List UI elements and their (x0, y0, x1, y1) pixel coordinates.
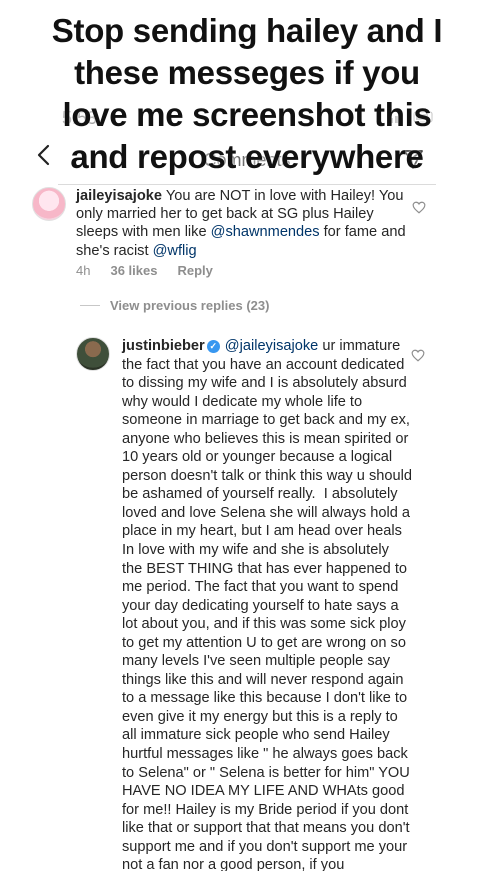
heart-outline-icon[interactable] (411, 349, 425, 362)
comment-likes[interactable]: 36 likes (110, 263, 157, 278)
chevron-left-icon (37, 144, 50, 166)
mention-link[interactable]: @shawnmendes (211, 224, 320, 240)
screen: 5:53 Comments jaileyisajoke You are NOT … (0, 0, 494, 871)
header-divider (58, 184, 436, 185)
reply-username[interactable]: justinbieber (122, 338, 205, 354)
replies-dash (80, 305, 100, 306)
direct-send-button[interactable] (402, 148, 424, 170)
reply-button[interactable]: Reply (177, 263, 212, 278)
status-icons (390, 110, 434, 127)
comment-meta: 4h 36 likes Reply (76, 263, 233, 278)
back-button[interactable] (36, 144, 50, 170)
view-previous-replies[interactable]: View previous replies (23) (80, 298, 269, 313)
mention-link[interactable]: @wflig (153, 243, 197, 259)
battery-signal-icon (390, 111, 433, 123)
verified-badge-icon: ✓ (206, 340, 220, 353)
mention-link[interactable]: @jaileyisajoke (225, 338, 319, 354)
view-replies-label: View previous replies (23) (110, 298, 270, 313)
avatar[interactable] (32, 187, 66, 221)
reply-body: ur immature the fact that you have an ac… (122, 338, 417, 871)
comment-username[interactable]: jaileyisajoke (76, 188, 162, 204)
paper-plane-icon (403, 150, 423, 169)
status-time: 5:53 (62, 108, 98, 128)
avatar[interactable] (76, 337, 110, 371)
comments-page: 5:53 Comments jaileyisajoke You are NOT … (0, 0, 494, 871)
comment-text: jaileyisajoke You are NOT in love with H… (76, 187, 406, 260)
reply-text: justinbieber ✓ @jaileyisajoke ur immature… (122, 337, 412, 871)
heart-outline-icon[interactable] (412, 201, 426, 214)
comment-time: 4h (76, 263, 91, 278)
